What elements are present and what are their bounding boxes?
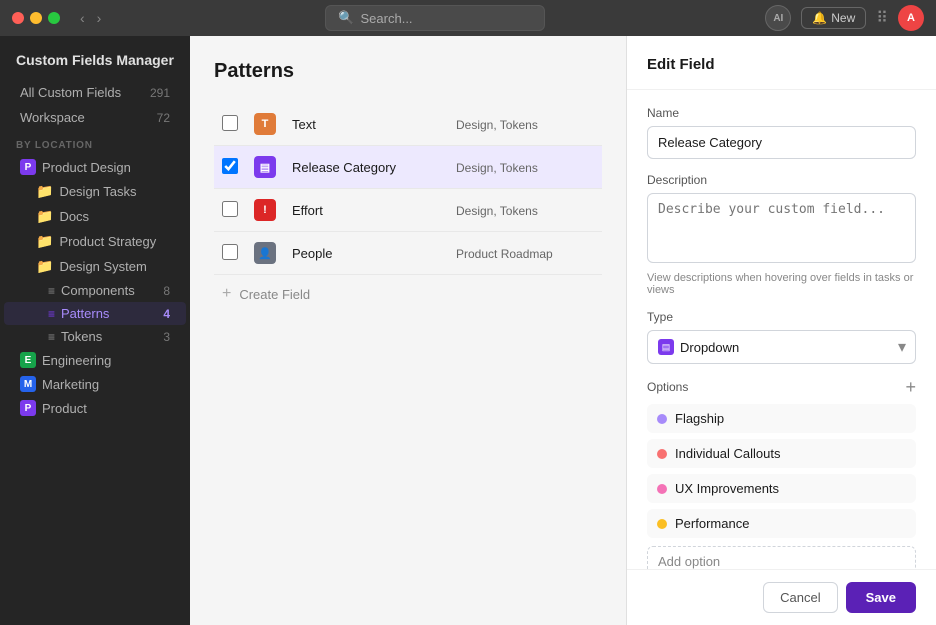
by-location-label: BY LOCATION — [0, 130, 190, 155]
traffic-lights — [12, 12, 60, 24]
add-option-button[interactable]: Add option — [647, 546, 916, 569]
titlebar: ‹ › 🔍 Search... AI 🔔 New ⠿ A — [0, 0, 936, 36]
option-dot-pink — [657, 484, 667, 494]
name-input[interactable] — [647, 126, 916, 159]
table-row[interactable]: T Text Design, Tokens — [214, 103, 602, 146]
type-icon-dropdown: ▤ — [254, 156, 276, 178]
sidebar-item-tokens[interactable]: ≡ Tokens 3 — [4, 325, 186, 348]
sidebar-item-workspace[interactable]: Workspace 72 — [4, 105, 186, 130]
sidebar-item-product-design[interactable]: P Product Design — [4, 155, 186, 179]
folder-icon: 📁 — [36, 258, 53, 275]
type-icon-text: T — [254, 113, 276, 135]
ai-badge[interactable]: AI — [765, 5, 791, 31]
option-dot-yellow — [657, 519, 667, 529]
option-dot-red — [657, 449, 667, 459]
sidebar-item-engineering[interactable]: E Engineering — [4, 348, 186, 372]
sidebar-item-design-system[interactable]: 📁 Design System — [4, 254, 186, 279]
description-label: Description — [647, 173, 916, 187]
search-placeholder: Search... — [361, 11, 413, 26]
edit-panel: Edit Field Name Description View descrip… — [626, 36, 936, 625]
table-row[interactable]: ▤ Release Category Design, Tokens — [214, 146, 602, 189]
avatar[interactable]: A — [898, 5, 924, 31]
search-icon: 🔍 — [338, 10, 354, 26]
type-label: Type — [647, 310, 916, 324]
fields-table: T Text Design, Tokens ▤ Release Category… — [214, 103, 602, 275]
option-ux-improvements[interactable]: UX Improvements — [647, 474, 916, 503]
edit-panel-body: Name Description View descriptions when … — [627, 90, 936, 569]
edit-panel-footer: Cancel Save — [627, 569, 936, 625]
menu-icon-active: ≡ — [48, 307, 55, 321]
folder-icon: 📁 — [36, 233, 53, 250]
folder-icon: 📁 — [36, 183, 53, 200]
product-icon: P — [20, 400, 36, 416]
search-bar[interactable]: 🔍 Search... — [325, 5, 545, 31]
sidebar-item-design-tasks[interactable]: 📁 Design Tasks — [4, 179, 186, 204]
create-field-label: Create Field — [239, 287, 310, 302]
row-checkbox[interactable] — [222, 244, 238, 260]
type-value: Dropdown — [680, 340, 739, 355]
menu-icon: ≡ — [48, 284, 55, 298]
options-header: Options + — [647, 378, 916, 396]
create-field-button[interactable]: + Create Field — [214, 275, 602, 313]
close-button[interactable] — [12, 12, 24, 24]
description-hint: View descriptions when hovering over fie… — [647, 272, 916, 296]
marketing-icon: M — [20, 376, 36, 392]
option-label: UX Improvements — [675, 481, 779, 496]
type-icon-people: 👤 — [254, 242, 276, 264]
forward-button[interactable]: › — [93, 8, 106, 28]
add-option-icon-btn[interactable]: + — [905, 378, 916, 396]
panel-title: Patterns — [214, 60, 602, 83]
sidebar-item-marketing[interactable]: M Marketing — [4, 372, 186, 396]
row-checkbox[interactable] — [222, 158, 238, 174]
titlebar-nav: ‹ › — [76, 8, 105, 28]
sidebar-title: Custom Fields Manager — [0, 52, 190, 80]
dropdown-type-icon: ▤ — [658, 339, 674, 355]
titlebar-search-area: 🔍 Search... — [113, 5, 757, 31]
type-select[interactable]: ▤ Dropdown — [647, 330, 916, 364]
options-label: Options — [647, 380, 688, 394]
option-performance[interactable]: Performance — [647, 509, 916, 538]
engineering-icon: E — [20, 352, 36, 368]
option-individual-callouts[interactable]: Individual Callouts — [647, 439, 916, 468]
sidebar-item-patterns[interactable]: ≡ Patterns 4 — [4, 302, 186, 325]
product-design-icon: P — [20, 159, 36, 175]
edit-panel-header: Edit Field — [627, 36, 936, 90]
menu-icon: ≡ — [48, 330, 55, 344]
table-row[interactable]: ! Effort Design, Tokens — [214, 189, 602, 232]
grid-icon[interactable]: ⠿ — [876, 8, 888, 28]
option-flagship[interactable]: Flagship — [647, 404, 916, 433]
description-textarea[interactable] — [647, 193, 916, 263]
option-label: Performance — [675, 516, 749, 531]
sidebar-item-docs[interactable]: 📁 Docs — [4, 204, 186, 229]
sidebar-item-product[interactable]: P Product — [4, 396, 186, 420]
edit-panel-title: Edit Field — [647, 56, 916, 89]
option-label: Flagship — [675, 411, 724, 426]
sidebar-item-components[interactable]: ≡ Components 8 — [4, 279, 186, 302]
sidebar-item-all-custom-fields[interactable]: All Custom Fields 291 — [4, 80, 186, 105]
cancel-button[interactable]: Cancel — [763, 582, 837, 613]
save-button[interactable]: Save — [846, 582, 916, 613]
center-panel: Patterns T Text Design, Tokens ▤ — [190, 36, 626, 625]
type-select-wrapper: ▤ Dropdown ▾ — [647, 330, 916, 364]
bell-icon: 🔔 — [812, 11, 827, 25]
main-content: Custom Fields Manager All Custom Fields … — [0, 36, 936, 625]
new-button[interactable]: 🔔 New — [801, 7, 866, 29]
minimize-button[interactable] — [30, 12, 42, 24]
sidebar-item-product-strategy[interactable]: 📁 Product Strategy — [4, 229, 186, 254]
maximize-button[interactable] — [48, 12, 60, 24]
row-checkbox[interactable] — [222, 115, 238, 131]
table-row[interactable]: 👤 People Product Roadmap — [214, 232, 602, 275]
back-button[interactable]: ‹ — [76, 8, 89, 28]
row-checkbox[interactable] — [222, 201, 238, 217]
type-icon-effort: ! — [254, 199, 276, 221]
option-dot-purple — [657, 414, 667, 424]
sidebar: Custom Fields Manager All Custom Fields … — [0, 36, 190, 625]
option-label: Individual Callouts — [675, 446, 781, 461]
titlebar-right: AI 🔔 New ⠿ A — [765, 5, 924, 31]
folder-icon: 📁 — [36, 208, 53, 225]
name-label: Name — [647, 106, 916, 120]
plus-icon: + — [222, 285, 231, 303]
